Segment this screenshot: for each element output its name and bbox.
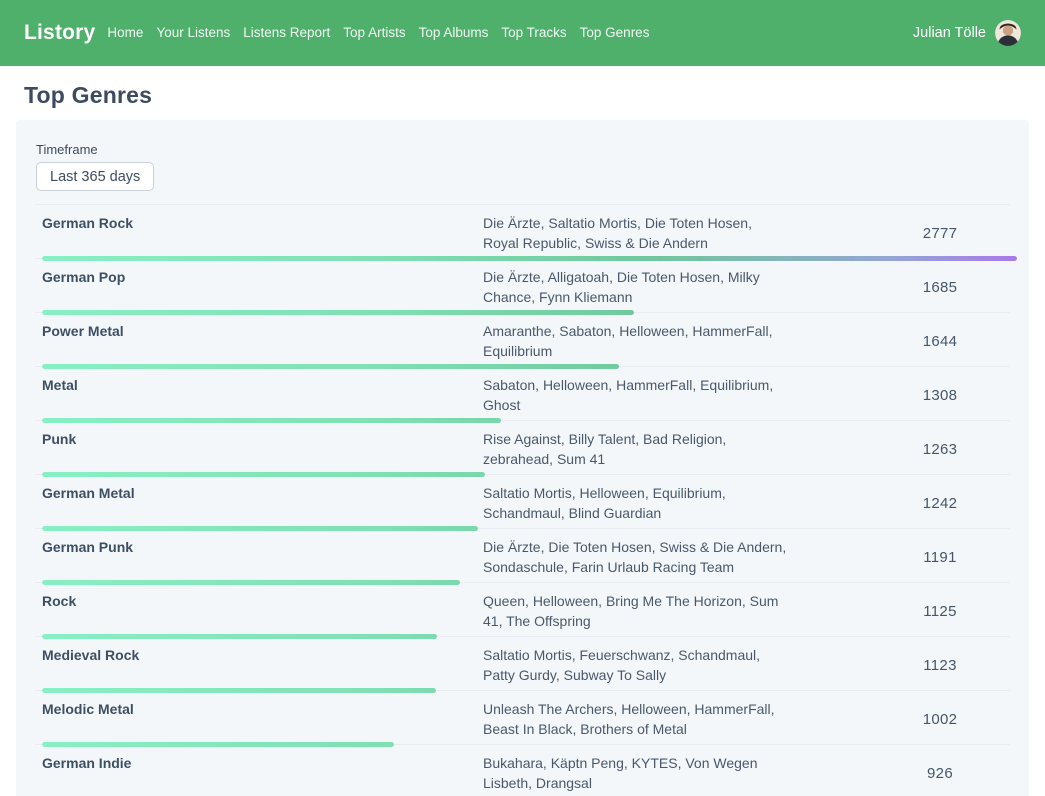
nav-item-top-tracks[interactable]: Top Tracks xyxy=(501,24,566,42)
genre-bar xyxy=(42,634,437,639)
genre-bar-gradient xyxy=(42,418,501,423)
genre-top-artists: Die Ärzte, Saltatio Mortis, Die Toten Ho… xyxy=(483,213,787,253)
genre-bar xyxy=(42,580,460,585)
genre-row: German Indie Bukahara, Käptn Peng, KYTES… xyxy=(35,745,1010,796)
genre-bar-gradient xyxy=(42,472,485,477)
genre-listen-count: 1685 xyxy=(870,279,1010,296)
genre-bar-gradient xyxy=(42,526,478,531)
genre-name: German Metal xyxy=(42,483,483,503)
nav-item-listens-report[interactable]: Listens Report xyxy=(243,24,330,42)
genre-listen-count: 1263 xyxy=(870,441,1010,458)
genre-listen-count: 1308 xyxy=(870,387,1010,404)
genre-listen-count: 1002 xyxy=(870,711,1010,728)
genre-name: Punk xyxy=(42,429,483,449)
genre-name: German Indie xyxy=(42,753,483,773)
page-title: Top Genres xyxy=(24,82,1021,109)
genre-top-artists: Die Ärzte, Alligatoah, Die Toten Hosen, … xyxy=(483,267,787,307)
genre-row: Medieval Rock Saltatio Mortis, Feuerschw… xyxy=(35,637,1010,691)
user-avatar[interactable] xyxy=(995,20,1021,46)
genre-row: German Rock Die Ärzte, Saltatio Mortis, … xyxy=(35,205,1010,259)
genre-name: German Rock xyxy=(42,213,483,233)
nav-item-top-artists[interactable]: Top Artists xyxy=(343,24,405,42)
genre-top-artists: Queen, Helloween, Bring Me The Horizon, … xyxy=(483,591,787,631)
nav-links: Home Your Listens Listens Report Top Art… xyxy=(107,24,649,42)
nav-item-top-genres[interactable]: Top Genres xyxy=(580,24,650,42)
genre-row: German Punk Die Ärzte, Die Toten Hosen, … xyxy=(35,529,1010,583)
genre-top-artists: Sabaton, Helloween, HammerFall, Equilibr… xyxy=(483,375,787,415)
genre-row: Punk Rise Against, Billy Talent, Bad Rel… xyxy=(35,421,1010,475)
genre-row: Rock Queen, Helloween, Bring Me The Hori… xyxy=(35,583,1010,637)
genre-name: Melodic Metal xyxy=(42,699,483,719)
timeframe-label: Timeframe xyxy=(36,142,1009,157)
genre-row: Melodic Metal Unleash The Archers, Hello… xyxy=(35,691,1010,745)
main-content: Top Genres Timeframe Last 365 days Germa… xyxy=(0,66,1045,796)
nav-item-home[interactable]: Home xyxy=(107,24,143,42)
genre-top-artists: Amaranthe, Sabaton, Helloween, HammerFal… xyxy=(483,321,787,361)
genre-listen-count: 1191 xyxy=(870,549,1010,566)
genre-listen-count: 2777 xyxy=(870,225,1010,242)
genre-bar-gradient xyxy=(42,742,394,747)
genre-listen-count: 926 xyxy=(870,765,1010,782)
genre-bar-gradient xyxy=(42,688,436,693)
genre-bar xyxy=(42,742,394,747)
top-genres-card: Timeframe Last 365 days German Rock Die … xyxy=(16,120,1029,796)
genre-name: Medieval Rock xyxy=(42,645,483,665)
timeframe-select[interactable]: Last 365 days xyxy=(36,162,154,191)
genre-name: Power Metal xyxy=(42,321,483,341)
genre-row: German Pop Die Ärzte, Alligatoah, Die To… xyxy=(35,259,1010,313)
genre-name: Metal xyxy=(42,375,483,395)
genre-bar xyxy=(42,472,485,477)
genre-bar-gradient xyxy=(42,364,619,369)
genre-top-artists: Die Ärzte, Die Toten Hosen, Swiss & Die … xyxy=(483,537,787,577)
genre-bar xyxy=(42,364,619,369)
timeframe-filter: Timeframe Last 365 days xyxy=(16,142,1029,191)
genre-top-artists: Unleash The Archers, Helloween, HammerFa… xyxy=(483,699,787,739)
genre-top-artists: Saltatio Mortis, Helloween, Equilibrium,… xyxy=(483,483,787,523)
genre-table-body: German Rock Die Ärzte, Saltatio Mortis, … xyxy=(35,204,1010,796)
genre-bar xyxy=(42,526,478,531)
genre-bar-gradient xyxy=(42,256,1017,261)
nav-item-your-listens[interactable]: Your Listens xyxy=(156,24,230,42)
genre-top-artists: Bukahara, Käptn Peng, KYTES, Von Wegen L… xyxy=(483,753,787,793)
genre-bar-gradient xyxy=(42,634,437,639)
user-name: Julian Tölle xyxy=(913,25,986,41)
genre-bar xyxy=(42,256,1017,261)
genre-name: German Punk xyxy=(42,537,483,557)
genre-name: Rock xyxy=(42,591,483,611)
genre-bar-gradient xyxy=(42,310,634,315)
genre-name: German Pop xyxy=(42,267,483,287)
user-menu[interactable]: Julian Tölle xyxy=(913,20,1021,46)
genre-listen-count: 1644 xyxy=(870,333,1010,350)
genre-listen-count: 1123 xyxy=(870,657,1010,674)
genre-row: German Metal Saltatio Mortis, Helloween,… xyxy=(35,475,1010,529)
genre-top-artists: Saltatio Mortis, Feuerschwanz, Schandmau… xyxy=(483,645,787,685)
genre-row: Power Metal Amaranthe, Sabaton, Hellowee… xyxy=(35,313,1010,367)
brand-logo[interactable]: Listory xyxy=(24,21,95,45)
genre-bar-gradient xyxy=(42,580,460,585)
nav-item-top-albums[interactable]: Top Albums xyxy=(419,24,489,42)
genre-bar xyxy=(42,688,436,693)
genre-row: Metal Sabaton, Helloween, HammerFall, Eq… xyxy=(35,367,1010,421)
genre-top-artists: Rise Against, Billy Talent, Bad Religion… xyxy=(483,429,787,469)
genre-bar xyxy=(42,310,634,315)
genre-listen-count: 1125 xyxy=(870,603,1010,620)
navbar: Listory Home Your Listens Listens Report… xyxy=(0,0,1045,66)
user-avatar-image xyxy=(995,20,1021,46)
genre-listen-count: 1242 xyxy=(870,495,1010,512)
genre-bar xyxy=(42,418,501,423)
